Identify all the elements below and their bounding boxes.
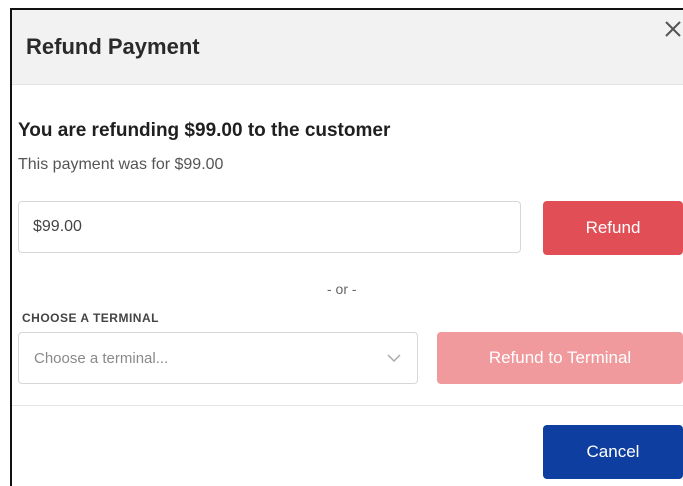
footer-divider	[12, 405, 683, 406]
close-icon[interactable]	[662, 18, 683, 40]
refund-to-terminal-button[interactable]: Refund to Terminal	[437, 332, 683, 384]
terminal-label: CHOOSE A TERMINAL	[22, 311, 159, 325]
or-separator: - or -	[327, 281, 357, 297]
chevron-down-icon	[387, 354, 401, 363]
refund-button[interactable]: Refund	[543, 201, 683, 255]
terminal-placeholder: Choose a terminal...	[34, 350, 169, 367]
dialog-header: Refund Payment	[12, 10, 683, 85]
refund-heading: You are refunding $99.00 to the customer	[18, 120, 391, 141]
refund-payment-dialog: Refund Payment You are refunding $99.00 …	[10, 8, 683, 486]
refund-amount-input[interactable]	[18, 201, 521, 253]
payment-amount-text: This payment was for $99.00	[18, 156, 224, 173]
terminal-select[interactable]: Choose a terminal...	[18, 332, 418, 384]
dialog-title: Refund Payment	[26, 34, 200, 59]
cancel-button[interactable]: Cancel	[543, 425, 683, 479]
